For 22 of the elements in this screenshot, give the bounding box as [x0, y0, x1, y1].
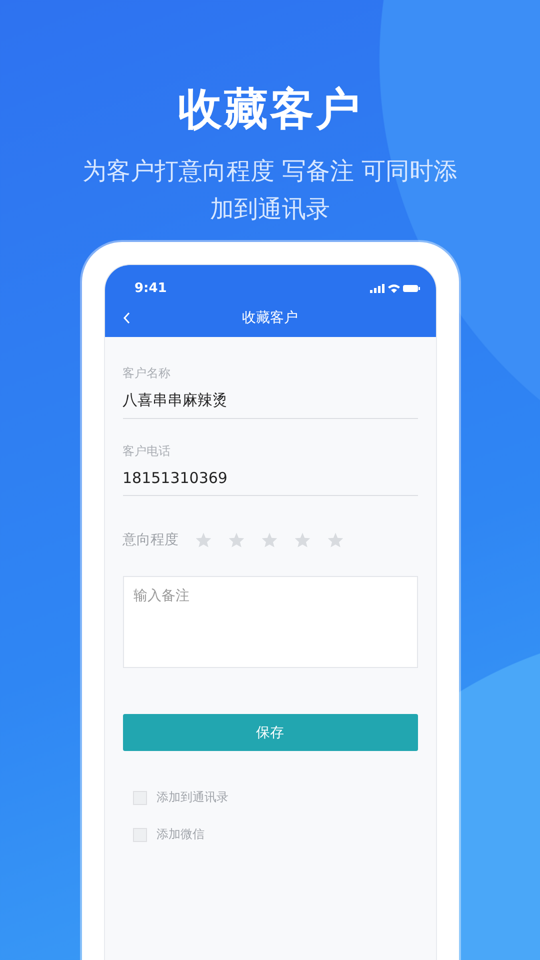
star-icon[interactable] [294, 532, 310, 548]
star-icon[interactable] [194, 532, 212, 548]
checkbox-label: 添加微信 [156, 826, 204, 843]
note-field[interactable]: 输入备注 [122, 576, 418, 668]
star-icon[interactable] [228, 532, 244, 548]
star-rating[interactable] [194, 532, 344, 548]
checkbox[interactable] [132, 790, 146, 804]
input-field[interactable]: 八喜串串麻辣烫 [122, 381, 418, 419]
checkbox-label: 添加到通讯录 [156, 789, 228, 806]
back-icon[interactable] [122, 312, 130, 324]
status-time: 9:41 [134, 280, 167, 296]
field-label: 客户电话 [122, 443, 172, 459]
checkbox[interactable] [132, 828, 146, 842]
headline: 收藏客户 [178, 83, 362, 137]
subtitle: 为客户打意向程度 写备注 可同时添加到通讯录 [81, 156, 459, 225]
star-icon[interactable] [326, 532, 344, 548]
screen-title: 收藏客户 [241, 309, 299, 327]
star-icon[interactable] [260, 532, 278, 548]
field-label: 客户名称 [122, 365, 172, 381]
input-field[interactable]: 18151310369 [122, 459, 418, 496]
rating-label: 意向程度 [122, 532, 178, 548]
status-icons [370, 282, 420, 294]
